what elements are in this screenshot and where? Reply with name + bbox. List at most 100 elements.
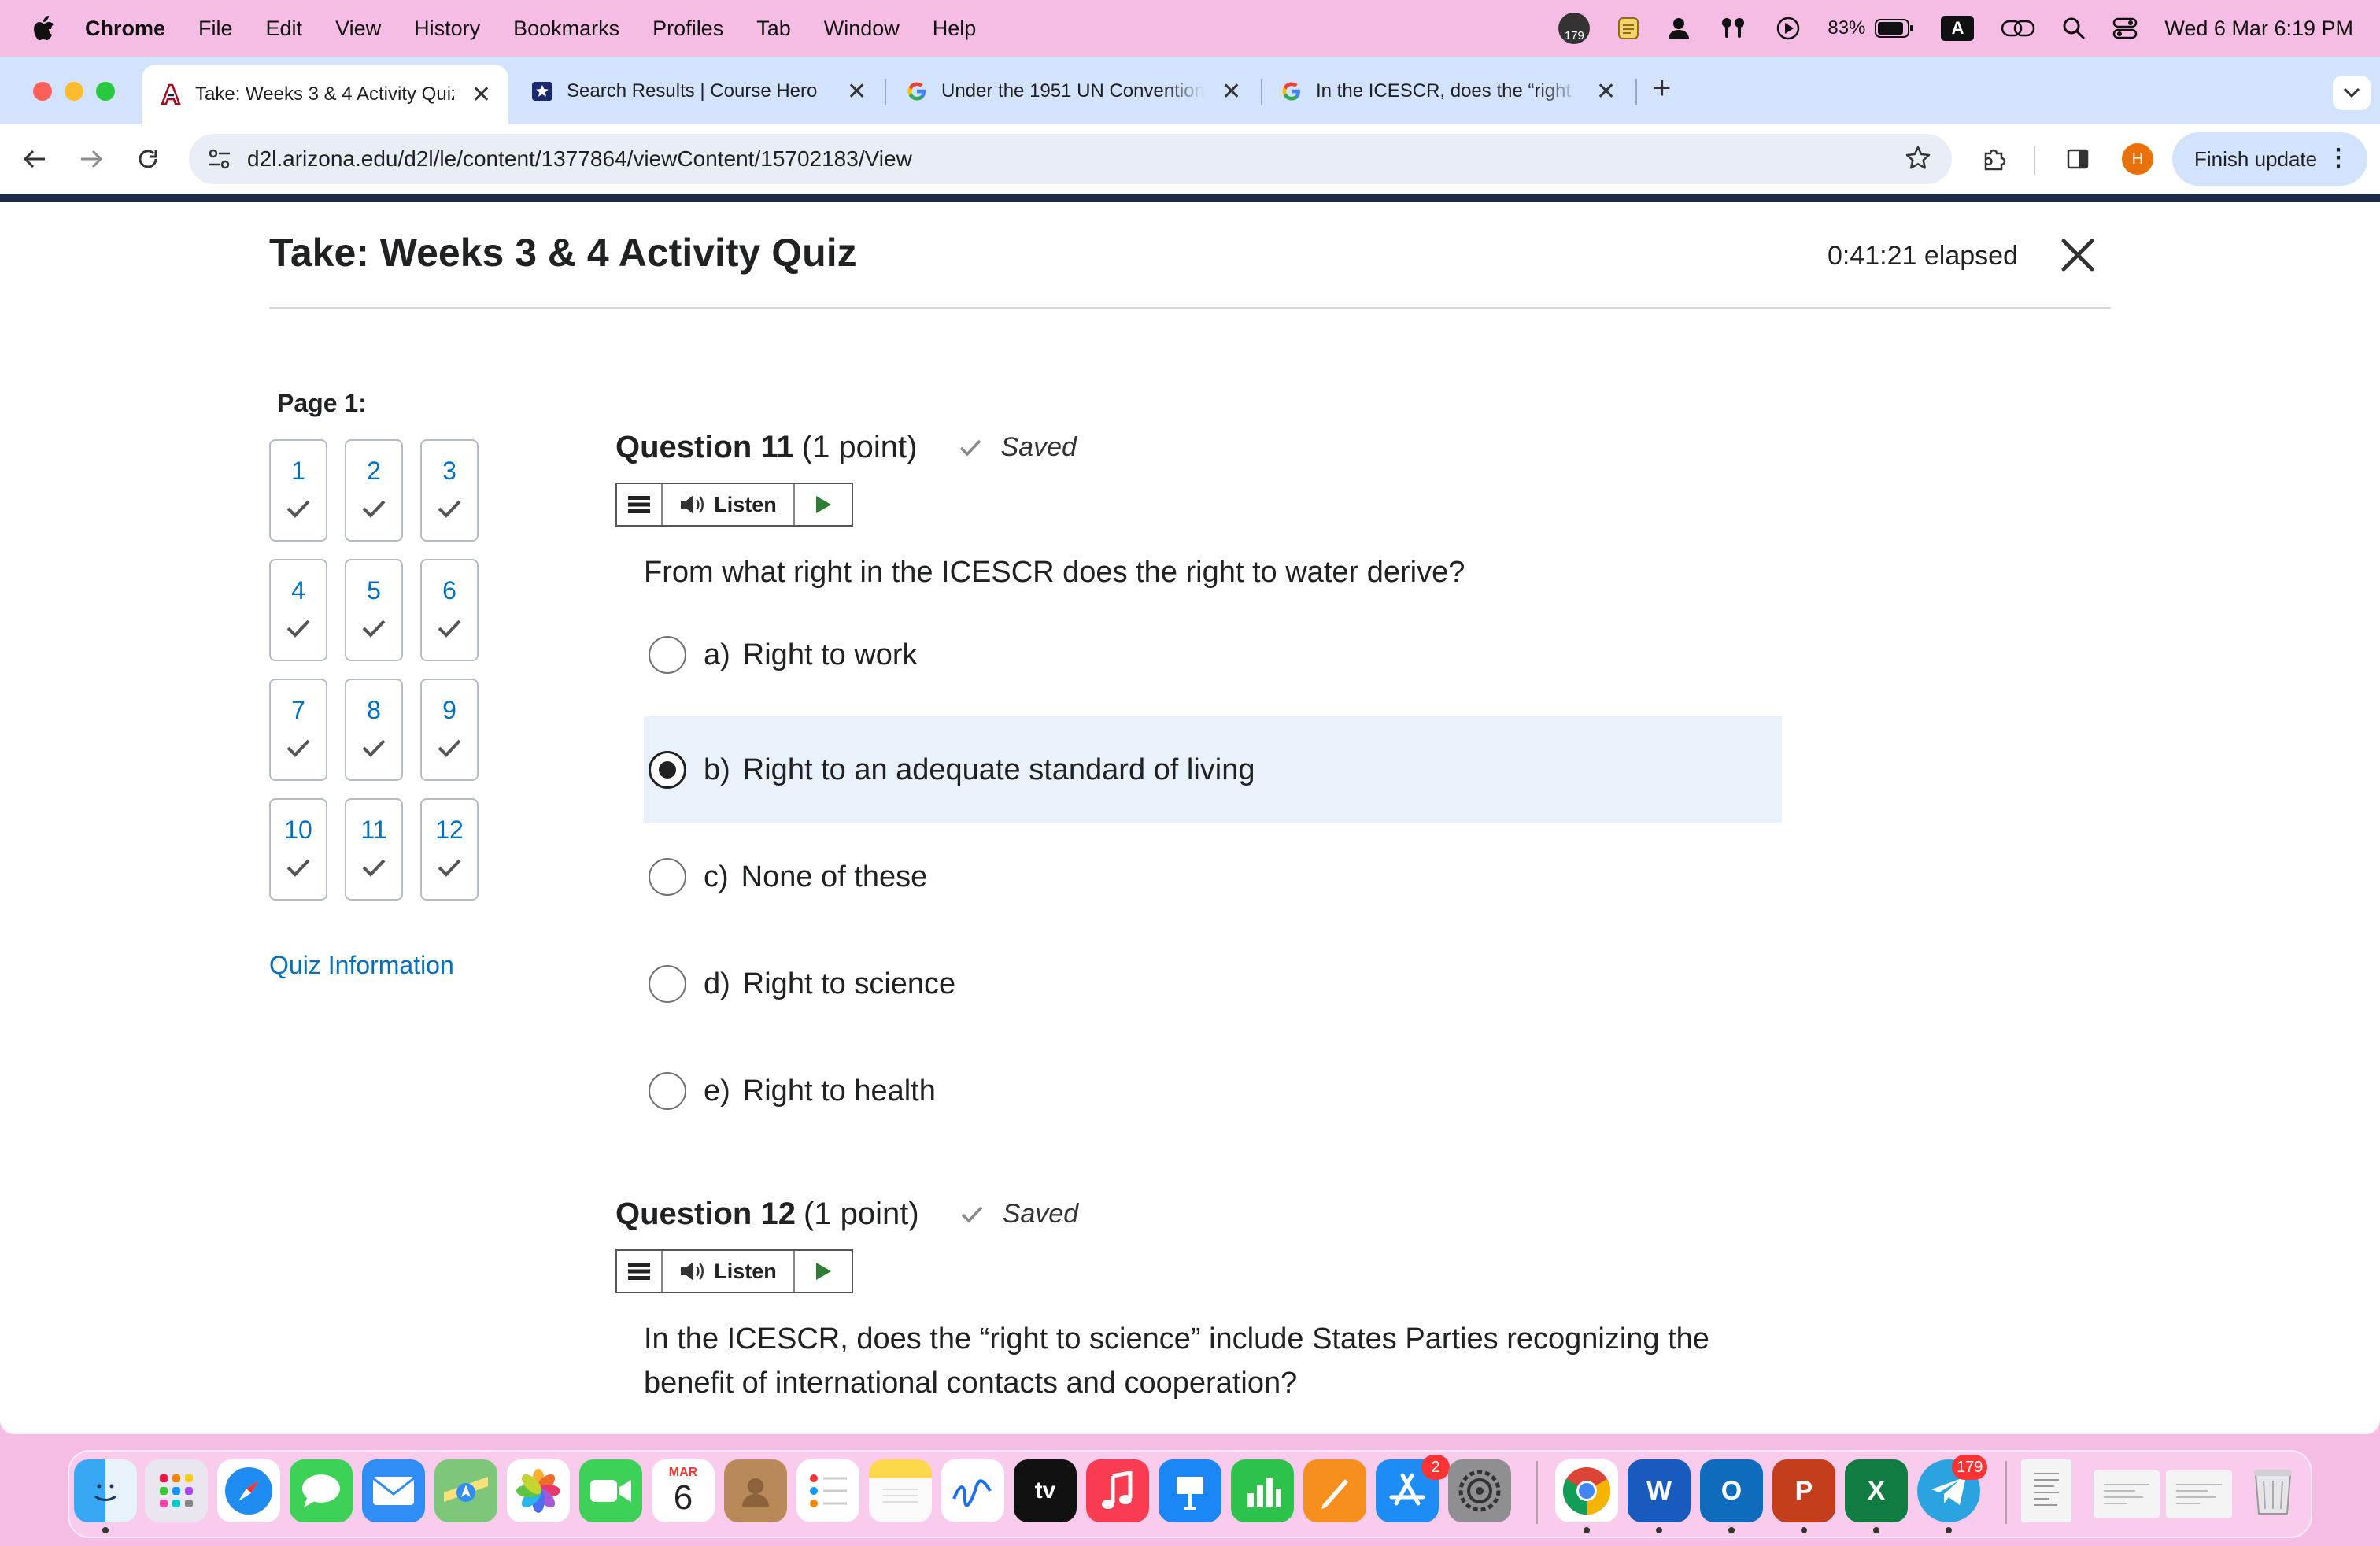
question-nav-item[interactable]: 11 <box>345 798 403 901</box>
numbers-icon[interactable] <box>1231 1459 1294 1522</box>
user-icon[interactable] <box>1667 16 1691 41</box>
notification-count-icon[interactable]: 179 <box>1558 13 1591 44</box>
radio-button[interactable] <box>649 1072 686 1110</box>
control-center-icon[interactable] <box>2112 17 2138 40</box>
radio-button[interactable] <box>649 636 686 674</box>
question-nav-item[interactable]: 1 <box>269 439 327 542</box>
spotlight-search-icon[interactable] <box>2062 17 2086 40</box>
extensions-puzzle-icon[interactable] <box>1975 140 2013 178</box>
document-thumbnail-icon[interactable] <box>2021 1459 2071 1522</box>
answer-option-b[interactable]: b) Right to an adequate standard of livi… <box>644 716 1782 823</box>
music-icon[interactable] <box>1086 1459 1149 1522</box>
menubar-clock[interactable]: Wed 6 Mar 6:19 PM <box>2164 17 2353 41</box>
chrome-icon[interactable] <box>1555 1459 1618 1522</box>
question-nav-item[interactable]: 5 <box>345 559 403 661</box>
microsoft-word-icon[interactable]: W <box>1628 1459 1691 1522</box>
apple-logo-icon[interactable] <box>30 13 57 44</box>
maps-icon[interactable] <box>434 1459 497 1522</box>
launchpad-icon[interactable] <box>145 1459 208 1522</box>
safari-icon[interactable] <box>217 1459 280 1522</box>
minimized-window-thumbnail[interactable] <box>2166 1470 2232 1518</box>
system-settings-icon[interactable] <box>1448 1459 1511 1522</box>
minimized-window-thumbnail[interactable] <box>2094 1470 2160 1518</box>
menu-bookmarks[interactable]: Bookmarks <box>513 17 619 41</box>
question-nav-item[interactable]: 7 <box>269 679 327 781</box>
question-nav-item[interactable]: 10 <box>269 798 327 901</box>
contacts-icon[interactable] <box>724 1459 787 1522</box>
keynote-icon[interactable] <box>1159 1459 1221 1522</box>
menu-app-name[interactable]: Chrome <box>85 17 165 41</box>
finish-update-button[interactable]: Finish update ⋮ <box>2172 132 2367 186</box>
airpods-icon[interactable] <box>1717 16 1749 41</box>
microsoft-outlook-icon[interactable]: O <box>1700 1459 1763 1522</box>
window-zoom-button[interactable] <box>96 82 115 101</box>
site-settings-icon[interactable] <box>208 148 231 174</box>
window-minimize-button[interactable] <box>65 82 83 101</box>
question-nav-item[interactable]: 12 <box>420 798 479 901</box>
radio-button[interactable] <box>649 858 686 896</box>
menu-tab[interactable]: Tab <box>756 17 791 41</box>
microsoft-excel-icon[interactable]: X <box>1845 1459 1908 1522</box>
pages-icon[interactable] <box>1303 1459 1366 1522</box>
menu-help[interactable]: Help <box>933 17 977 41</box>
close-quiz-icon[interactable] <box>2057 235 2098 276</box>
notes-icon[interactable] <box>869 1459 932 1522</box>
url-text[interactable]: d2l.arizona.edu/d2l/le/content/1377864/v… <box>247 146 912 172</box>
messages-icon[interactable] <box>290 1459 353 1522</box>
quiz-information-link[interactable]: Quiz Information <box>269 951 454 980</box>
apple-tv-icon[interactable]: tv <box>1014 1459 1077 1522</box>
radio-button[interactable] <box>649 965 686 1003</box>
more-vertical-icon[interactable]: ⋮ <box>2326 146 2350 170</box>
mail-icon[interactable] <box>362 1459 425 1522</box>
answer-option-c[interactable]: c) None of these <box>644 823 1782 930</box>
bookmark-star-icon[interactable] <box>1905 145 1931 176</box>
listen-button[interactable]: Listen <box>663 484 795 525</box>
tab-un-convention[interactable]: Under the 1951 UN Convention ✕ <box>905 68 1244 115</box>
question-nav-item[interactable]: 6 <box>420 559 479 661</box>
input-source-icon[interactable]: A <box>1941 16 1975 41</box>
question-nav-item[interactable]: 4 <box>269 559 327 661</box>
battery-icon[interactable] <box>1875 18 1914 39</box>
calendar-icon[interactable]: MAR 6 <box>652 1459 715 1522</box>
window-close-button[interactable] <box>33 82 52 101</box>
answer-option-e[interactable]: e) Right to health <box>644 1037 1782 1145</box>
question-nav-item[interactable]: 9 <box>420 679 479 781</box>
tab-close-icon[interactable]: ✕ <box>471 81 491 109</box>
menu-profiles[interactable]: Profiles <box>652 17 723 41</box>
tab-quiz[interactable]: Take: Weeks 3 & 4 Activity Quiz ✕ <box>142 65 508 124</box>
photos-icon[interactable] <box>507 1459 570 1522</box>
menu-history[interactable]: History <box>414 17 480 41</box>
answer-option-d[interactable]: d) Right to science <box>644 930 1782 1037</box>
tab-close-icon[interactable]: ✕ <box>847 78 867 105</box>
profile-avatar[interactable]: H <box>2122 143 2153 175</box>
listen-button[interactable]: Listen <box>663 1251 795 1292</box>
facetime-icon[interactable] <box>579 1459 642 1522</box>
menu-window[interactable]: Window <box>824 17 900 41</box>
question-nav-item[interactable]: 8 <box>345 679 403 781</box>
question-nav-item[interactable]: 3 <box>420 439 479 542</box>
freeform-icon[interactable] <box>941 1459 1004 1522</box>
microsoft-powerpoint-icon[interactable]: P <box>1772 1459 1835 1522</box>
reminders-icon[interactable] <box>796 1459 859 1522</box>
finder-icon[interactable] <box>74 1459 137 1522</box>
tab-close-icon[interactable]: ✕ <box>1221 78 1241 105</box>
side-panel-icon[interactable] <box>2059 140 2097 178</box>
menu-file[interactable]: File <box>198 17 233 41</box>
tab-search-chevron-icon[interactable] <box>2333 76 2371 110</box>
readspeaker-menu-icon[interactable] <box>617 1251 663 1292</box>
reload-icon[interactable] <box>129 140 167 178</box>
question-nav-item[interactable]: 2 <box>345 439 403 542</box>
answer-option-a[interactable]: a) Right to work <box>644 601 1782 708</box>
tab-close-icon[interactable]: ✕ <box>1596 78 1616 105</box>
forward-arrow-icon[interactable] <box>72 140 110 178</box>
menu-edit[interactable]: Edit <box>266 17 303 41</box>
address-bar[interactable]: d2l.arizona.edu/d2l/le/content/1377864/v… <box>189 134 1952 184</box>
new-tab-plus-icon[interactable]: + <box>1653 71 1671 106</box>
notes-app-icon[interactable] <box>1617 16 1640 41</box>
trash-icon[interactable] <box>2241 1459 2304 1522</box>
now-playing-icon[interactable] <box>1776 16 1801 41</box>
tab-course-hero[interactable]: Search Results | Course Hero ✕ <box>530 68 869 115</box>
menu-view[interactable]: View <box>335 17 381 41</box>
radio-button-selected[interactable] <box>649 751 686 789</box>
tab-icescr-search[interactable]: In the ICESCR, does the “right ✕ <box>1280 68 1618 115</box>
